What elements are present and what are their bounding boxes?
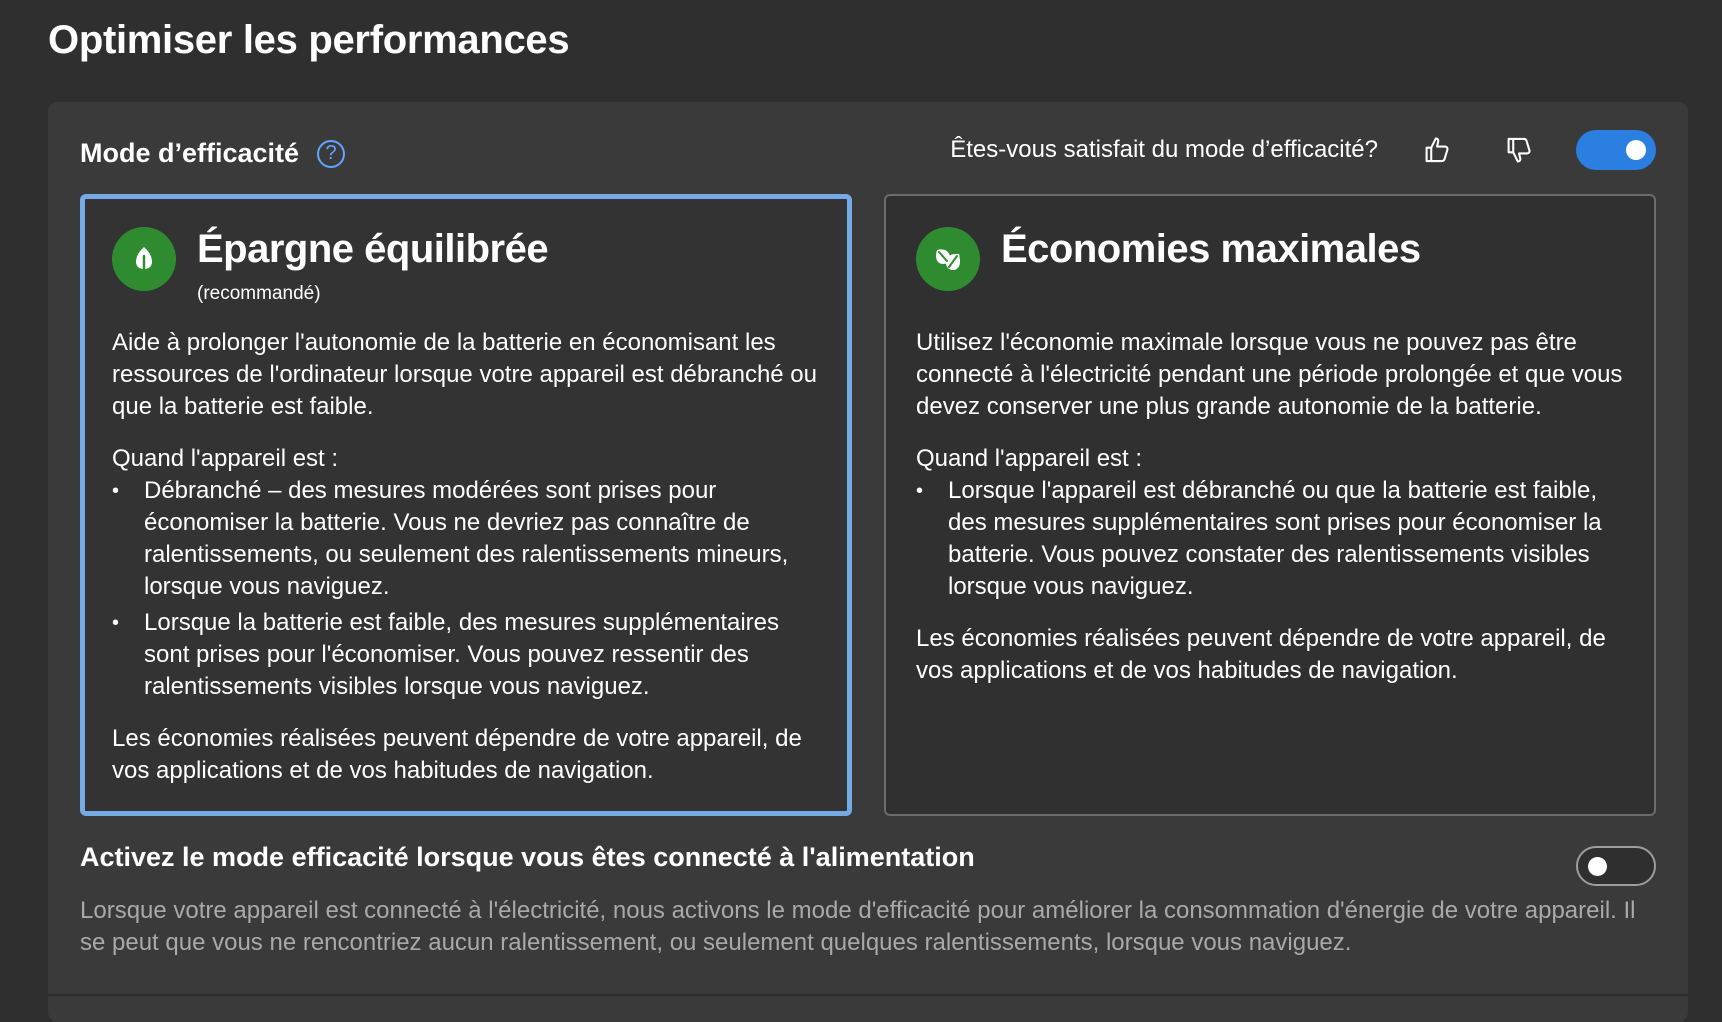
card-footer: Les économies réalisées peuvent dépendre… (916, 625, 1606, 684)
toggle-knob (1588, 857, 1607, 876)
list-item: Lorsque l'appareil est débranché ou que … (916, 475, 1630, 603)
feedback-bar: Êtes-vous satisfait du mode d’efficacité… (950, 130, 1656, 170)
feedback-question: Êtes-vous satisfait du mode d’efficacité… (950, 136, 1378, 163)
card-footer: Les économies réalisées peuvent dépendre… (112, 725, 802, 784)
list-item: Débranché – des mesures modérées sont pr… (112, 475, 823, 603)
efficiency-panel: Mode d’efficacité ? Êtes-vous satisfait … (48, 102, 1688, 1022)
efficiency-mode-toggle[interactable] (1576, 130, 1656, 170)
divider (48, 994, 1688, 996)
when-label: Quand l'appareil est : (916, 445, 1143, 472)
power-mode-toggle[interactable] (1576, 846, 1656, 886)
thumbs-down-icon[interactable] (1494, 130, 1544, 170)
power-mode-title: Activez le mode efficacité lorsque vous … (80, 842, 975, 872)
when-label: Quand l'appareil est : (112, 445, 339, 472)
card-description: Utilisez l'économie maximale lorsque vou… (916, 329, 1623, 420)
card-balanced-savings[interactable]: Épargne équilibrée (recommandé) Aide à p… (80, 194, 852, 816)
list-item: Lorsque la batterie est faible, des mesu… (112, 607, 823, 703)
power-mode-description: Lorsque votre appareil est connecté à l'… (80, 897, 1636, 956)
leaves-icon (916, 227, 980, 291)
card-body: Utilisez l'économie maximale lorsque vou… (916, 327, 1630, 707)
help-icon[interactable]: ? (317, 139, 346, 168)
thumbs-up-icon[interactable] (1412, 130, 1462, 170)
card-title: Épargne équilibrée (197, 227, 549, 271)
card-maximum-savings[interactable]: Économies maximales Utilisez l'économie … (884, 194, 1656, 816)
card-description: Aide à prolonger l'autonomie de la batte… (112, 329, 817, 420)
card-body: Aide à prolonger l'autonomie de la batte… (112, 327, 823, 807)
card-subtitle: (recommandé) (197, 283, 321, 304)
leaf-icon (112, 227, 176, 291)
bullet-list: Débranché – des mesures modérées sont pr… (112, 475, 823, 703)
page-title: Optimiser les performances (48, 18, 570, 62)
efficiency-mode-header: Mode d’efficacité ? (80, 138, 346, 169)
bullet-list: Lorsque l'appareil est débranché ou que … (916, 475, 1630, 603)
toggle-knob (1626, 140, 1646, 160)
card-title: Économies maximales (1001, 227, 1421, 271)
efficiency-mode-title: Mode d’efficacité (80, 138, 300, 168)
power-mode-row: Activez le mode efficacité lorsque vous … (80, 842, 1656, 959)
